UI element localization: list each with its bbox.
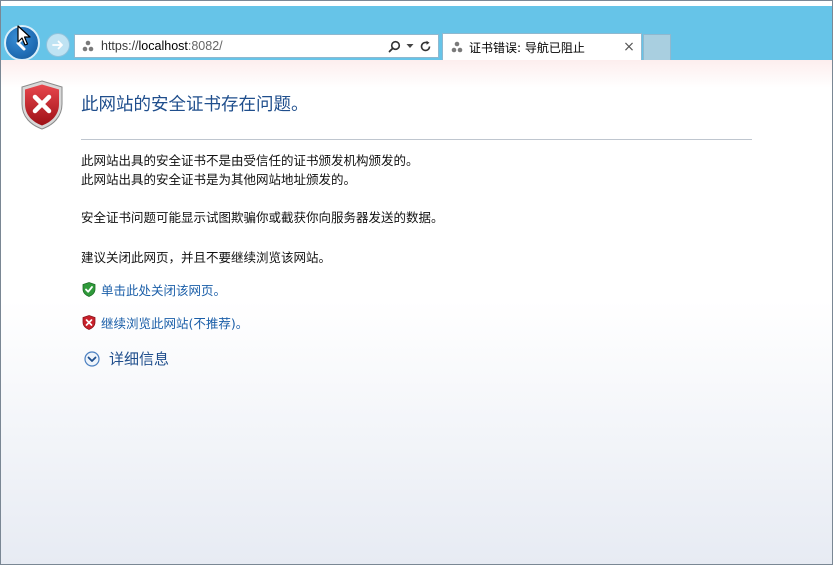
close-page-link[interactable]: 单击此处关闭该网页。 — [82, 280, 226, 299]
close-page-link-label[interactable]: 单击此处关闭该网页。 — [101, 280, 226, 299]
green-shield-icon — [82, 282, 96, 297]
continue-to-site-link[interactable]: 继续浏览此网站(不推荐)。 — [82, 313, 248, 332]
risk-warning-text: 安全证书问题可能显示试图欺骗你或截获你向服务器发送的数据。 — [81, 210, 444, 225]
dropdown-arrow-icon[interactable] — [406, 42, 414, 50]
browser-tab[interactable]: 证书错误: 导航已阻止 × — [442, 33, 642, 60]
page-title: 此网站的安全证书存在问题。 — [81, 95, 309, 115]
title-divider — [81, 139, 752, 140]
close-tab-icon[interactable]: × — [623, 40, 635, 54]
certificate-error-icon — [82, 40, 94, 52]
error-shield-icon — [21, 80, 63, 130]
expand-circle-icon — [84, 350, 100, 367]
tab-title: 证书错误: 导航已阻止 — [469, 40, 585, 55]
browser-window: https://localhost:8082/ 证书错误: 导航已阻止 × 此网… — [0, 0, 833, 565]
cert-untrusted-text: 此网站出具的安全证书不是由受信任的证书颁发机构颁发的。 — [81, 153, 419, 168]
url-host: localhost — [138, 39, 188, 53]
refresh-icon[interactable] — [419, 40, 432, 53]
address-bar[interactable]: https://localhost:8082/ — [74, 34, 439, 58]
url-port-path: :8082/ — [187, 39, 223, 53]
search-icon[interactable] — [388, 40, 401, 53]
url-scheme: https:// — [101, 39, 139, 53]
recommendation-text: 建议关闭此网页，并且不要继续浏览该网站。 — [81, 250, 332, 265]
mouse-cursor-icon — [17, 25, 31, 46]
toolbar-top-strip — [1, 1, 832, 6]
more-information-label[interactable]: 详细信息 — [109, 348, 169, 369]
cert-problem-description: 此网站出具的安全证书不是由受信任的证书颁发机构颁发的。 此网站出具的安全证书是为… — [81, 151, 419, 189]
address-url[interactable]: https://localhost:8082/ — [101, 39, 388, 53]
more-information-toggle[interactable]: 详细信息 — [84, 348, 169, 369]
browser-toolbar: https://localhost:8082/ 证书错误: 导航已阻止 × — [1, 1, 832, 61]
page-content: 此网站的安全证书存在问题。 此网站出具的安全证书不是由受信任的证书颁发机构颁发的… — [1, 60, 832, 564]
forward-arrow-icon — [52, 40, 63, 50]
address-tools — [388, 40, 432, 53]
continue-to-site-link-label[interactable]: 继续浏览此网站(不推荐)。 — [101, 313, 248, 332]
red-shield-icon — [82, 315, 96, 330]
new-tab-button[interactable] — [643, 34, 671, 60]
forward-button[interactable] — [46, 33, 70, 57]
certificate-error-icon — [451, 41, 463, 53]
cert-mismatch-text: 此网站出具的安全证书是为其他网站地址颁发的。 — [81, 172, 357, 187]
